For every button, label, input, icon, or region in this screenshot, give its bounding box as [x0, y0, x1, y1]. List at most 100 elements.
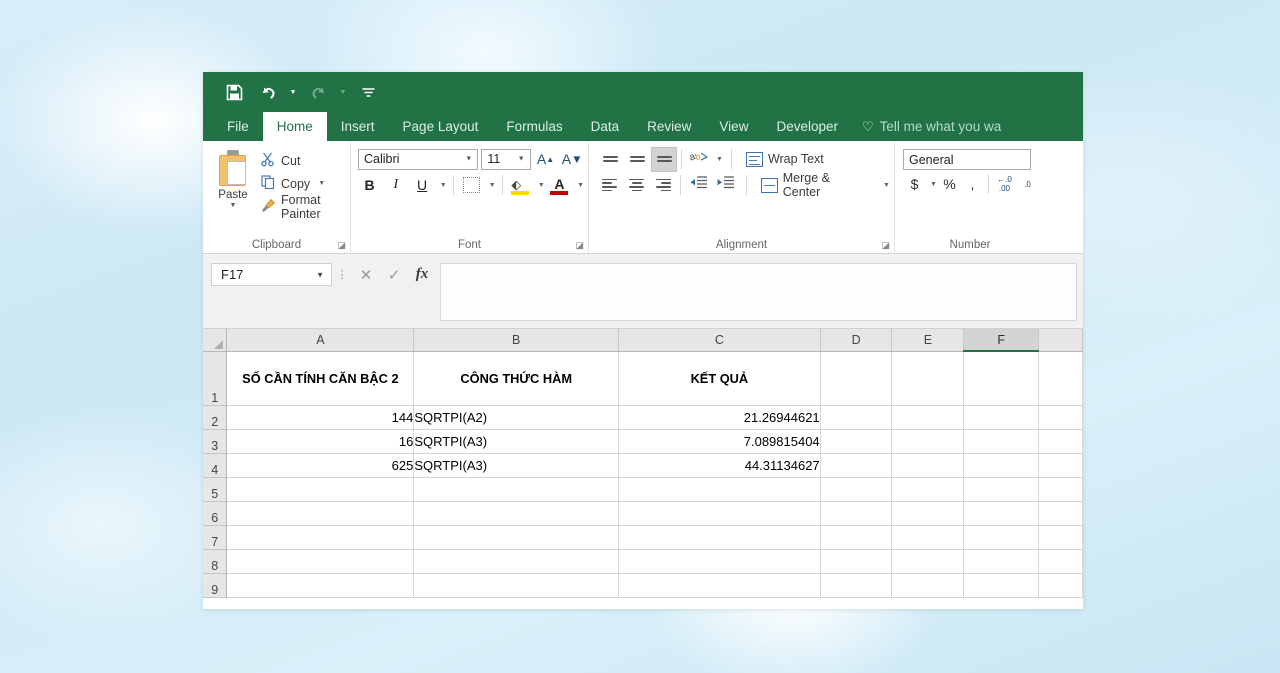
orientation-button[interactable]: ab [686, 147, 712, 172]
copy-dropdown-icon[interactable]: ▼ [318, 180, 325, 187]
decrease-decimal-button[interactable]: ←.0.00 [994, 172, 1015, 197]
align-bottom-button[interactable] [651, 147, 677, 172]
cell-e1[interactable] [892, 351, 964, 405]
font-dialog-launcher-icon[interactable]: ◪ [575, 240, 584, 251]
align-top-button[interactable] [597, 147, 623, 172]
row-header-4[interactable]: 4 [203, 453, 227, 477]
cell-g9[interactable] [1039, 573, 1083, 597]
row-header-6[interactable]: 6 [203, 501, 227, 525]
customize-quick-access-icon[interactable] [353, 78, 383, 106]
currency-button[interactable]: $ [904, 172, 925, 197]
cell-b5[interactable] [414, 477, 619, 501]
bold-button[interactable]: B [358, 173, 381, 198]
format-painter-button[interactable]: Format Painter [259, 195, 346, 218]
cell-b4[interactable]: SQRTPI(A3) [414, 453, 619, 477]
cancel-entry-icon[interactable]: ✕ [352, 263, 380, 286]
row-header-1[interactable]: 1 [203, 351, 227, 405]
align-center-button[interactable] [624, 173, 650, 198]
cell-f2[interactable] [964, 405, 1039, 429]
tab-developer[interactable]: Developer [762, 112, 852, 141]
alignment-dialog-launcher-icon[interactable]: ◪ [881, 240, 890, 251]
fill-color-button[interactable]: ⬖ [509, 173, 532, 198]
cell-g3[interactable] [1039, 429, 1083, 453]
cell-c7[interactable] [619, 525, 821, 549]
row-header-8[interactable]: 8 [203, 549, 227, 573]
paste-dropdown-icon[interactable]: ▼ [230, 202, 237, 209]
font-size-combo[interactable]: 11 ▼ [481, 149, 530, 170]
cell-c8[interactable] [619, 549, 821, 573]
tab-data[interactable]: Data [577, 112, 634, 141]
cell-f7[interactable] [964, 525, 1039, 549]
underline-button[interactable]: U [410, 173, 433, 198]
cell-c1[interactable]: KẾT QUẢ [619, 351, 821, 405]
cut-button[interactable]: Cut [259, 149, 346, 172]
column-header-g[interactable] [1039, 329, 1083, 351]
cell-b9[interactable] [414, 573, 619, 597]
redo-dropdown-icon[interactable]: ▼ [337, 78, 349, 106]
cell-e9[interactable] [892, 573, 964, 597]
tab-formulas[interactable]: Formulas [492, 112, 576, 141]
cell-b8[interactable] [414, 549, 619, 573]
increase-indent-button[interactable] [712, 173, 738, 198]
cell-f8[interactable] [964, 549, 1039, 573]
increase-decimal-button[interactable]: .0 [1017, 172, 1038, 197]
cell-g7[interactable] [1039, 525, 1083, 549]
cell-a2[interactable]: 144 [227, 405, 414, 429]
decrease-indent-button[interactable] [685, 173, 711, 198]
cell-g6[interactable] [1039, 501, 1083, 525]
tab-view[interactable]: View [705, 112, 762, 141]
borders-dropdown-icon[interactable]: ▼ [489, 182, 496, 189]
cell-a6[interactable] [227, 501, 414, 525]
borders-button[interactable] [460, 173, 483, 198]
tab-file[interactable]: File [213, 112, 263, 141]
row-header-3[interactable]: 3 [203, 429, 227, 453]
fill-color-dropdown-icon[interactable]: ▼ [538, 182, 545, 189]
cell-d6[interactable] [820, 501, 892, 525]
cell-c6[interactable] [619, 501, 821, 525]
column-header-c[interactable]: C [619, 329, 821, 351]
cell-a1[interactable]: SỐ CẦN TÍNH CĂN BẬC 2 [227, 351, 414, 405]
cell-a8[interactable] [227, 549, 414, 573]
orientation-dropdown-icon[interactable]: ▼ [716, 156, 723, 163]
paste-button[interactable]: Paste ▼ [207, 146, 259, 254]
comma-style-button[interactable]: , [962, 172, 983, 197]
cell-e7[interactable] [892, 525, 964, 549]
cell-e8[interactable] [892, 549, 964, 573]
cell-f9[interactable] [964, 573, 1039, 597]
formula-input[interactable] [440, 263, 1077, 321]
column-header-d[interactable]: D [820, 329, 892, 351]
cell-g2[interactable] [1039, 405, 1083, 429]
cell-d4[interactable] [820, 453, 892, 477]
tab-home[interactable]: Home [263, 112, 327, 141]
cell-g1[interactable] [1039, 351, 1083, 405]
undo-dropdown-icon[interactable]: ▼ [287, 78, 299, 106]
cell-d1[interactable] [820, 351, 892, 405]
cell-f3[interactable] [964, 429, 1039, 453]
cell-e3[interactable] [892, 429, 964, 453]
cell-f4[interactable] [964, 453, 1039, 477]
cell-d7[interactable] [820, 525, 892, 549]
cell-a5[interactable] [227, 477, 414, 501]
font-color-button[interactable]: A [548, 173, 571, 198]
cell-e2[interactable] [892, 405, 964, 429]
decrease-font-size-icon[interactable]: A▼ [560, 147, 584, 171]
cell-c5[interactable] [619, 477, 821, 501]
row-header-2[interactable]: 2 [203, 405, 227, 429]
cell-f6[interactable] [964, 501, 1039, 525]
column-header-f[interactable]: F [964, 329, 1039, 351]
wrap-text-button[interactable]: Wrap Text [740, 147, 824, 172]
cell-c4[interactable]: 44.31134627 [619, 453, 821, 477]
clipboard-dialog-launcher-icon[interactable]: ◪ [337, 240, 346, 251]
undo-icon[interactable] [253, 78, 283, 106]
tab-review[interactable]: Review [633, 112, 705, 141]
cell-a3[interactable]: 16 [227, 429, 414, 453]
cell-b1[interactable]: CÔNG THỨC HÀM [414, 351, 619, 405]
save-icon[interactable] [219, 78, 249, 106]
merge-center-dropdown-icon[interactable]: ▼ [883, 182, 890, 189]
cell-b3[interactable]: SQRTPI(A3) [414, 429, 619, 453]
cell-d5[interactable] [820, 477, 892, 501]
increase-font-size-icon[interactable]: A▲ [534, 147, 558, 171]
insert-function-icon[interactable]: fx [408, 263, 436, 286]
select-all-button[interactable] [203, 329, 227, 351]
align-right-button[interactable] [651, 173, 677, 198]
